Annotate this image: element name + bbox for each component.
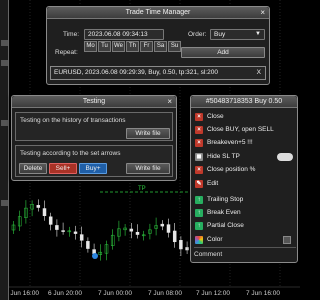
menu-item-break-even[interactable]: ↑ Break Even	[193, 207, 297, 219]
write-file-button-2[interactable]: Write file	[126, 163, 170, 174]
order-select-value: Buy	[214, 31, 226, 38]
candle-body	[73, 231, 78, 234]
scheduled-order-text: EURUSD, 2023.06.08 09:29:39, Buy, 0.50, …	[54, 69, 218, 76]
menu-item-label: Breakeven+5 !!!	[207, 139, 253, 146]
time-label: Time:	[63, 31, 80, 38]
breakeven-icon: ×	[195, 139, 203, 147]
menu-item-label: Hide SL TP	[207, 153, 240, 160]
delete-button[interactable]: Delete	[19, 163, 47, 174]
x-axis-tick-label: 7 Jun 08:00	[148, 290, 182, 297]
x-axis-tick-label: 7 Jun 16:00	[246, 290, 280, 297]
day-toggle-th[interactable]: Th	[126, 41, 139, 52]
repeat-label: Repeat:	[55, 49, 78, 56]
candle-body	[86, 241, 90, 249]
x-axis-tick-label: 7 Jun 00:00	[98, 290, 132, 297]
menu-item-hide[interactable]: ◼ Hide SL TP	[193, 151, 297, 163]
day-toggle-we[interactable]: We	[112, 41, 125, 52]
day-toggle-fr[interactable]: Fr	[140, 41, 153, 52]
x-axis-tick-label: 6 Jun 16:00	[5, 290, 39, 297]
tp-line-label: TP	[138, 186, 146, 192]
hide-sl-tp-toggle[interactable]	[277, 153, 293, 161]
candle-body	[135, 231, 140, 235]
comment-label: Comment	[194, 251, 223, 258]
buy-plus-button[interactable]: Buy+	[79, 163, 107, 174]
testing-titlebar[interactable]: Testing ×	[12, 96, 176, 108]
menu-item-label: Partial Close	[207, 222, 244, 229]
menu-item-edit[interactable]: ✎ Edit	[193, 178, 297, 190]
candle-body	[179, 240, 183, 250]
arrows-test-label: Testing according to the set arrows	[20, 150, 121, 157]
sell-plus-button[interactable]: Sell+	[49, 163, 77, 174]
menu-item-label: Close BUY, open SELL	[207, 126, 274, 133]
remove-icon[interactable]: X	[257, 67, 261, 79]
candle-body	[166, 224, 171, 233]
close-icon: ×	[195, 113, 203, 121]
ttm-titlebar[interactable]: Trade Time Manager ×	[47, 7, 269, 19]
percent-icon: ×	[195, 166, 203, 174]
arrows-test-group: Testing according to the set arrows Dele…	[15, 145, 173, 177]
menu-item-label: Break Even	[207, 209, 241, 216]
menu-item-percent[interactable]: × Close position %	[193, 164, 297, 176]
candle-body	[61, 230, 65, 232]
menu-item-color[interactable]: Color	[193, 234, 297, 246]
partial-icon: ↑	[195, 222, 203, 230]
close-icon[interactable]: ×	[260, 7, 265, 19]
order-select[interactable]: Buy ▼	[210, 29, 265, 40]
menu-item-trailing[interactable]: ↑ Trailing Stop	[193, 194, 297, 206]
candle-body	[36, 205, 41, 208]
day-toggle-sa[interactable]: Sa	[154, 41, 167, 52]
candle-body	[129, 228, 134, 232]
x-axis-tick-label: 6 Jun 20:00	[48, 290, 82, 297]
order-menu-titlebar: #50483718353 Buy 0.50	[191, 96, 297, 108]
testing-window: Testing × Testing on the history of tran…	[11, 95, 177, 181]
day-toggle-su[interactable]: Su	[168, 41, 181, 52]
candle-body	[42, 208, 47, 217]
history-test-group: Testing on the history of transactions W…	[15, 112, 173, 141]
arrow-marker-icon	[92, 253, 98, 259]
trade-time-manager-window: Trade Time Manager × Time: 2023.06.08 09…	[46, 6, 270, 85]
edit-icon: ✎	[195, 180, 203, 188]
break-even-icon: ↑	[195, 209, 203, 217]
x-axis-tick-label: 7 Jun 12:00	[196, 290, 230, 297]
day-toggle-mo[interactable]: Mo	[84, 41, 97, 52]
candle-body	[160, 223, 165, 227]
candle-body	[48, 216, 53, 225]
menu-item-label: Color	[207, 236, 223, 243]
day-toggle-tu[interactable]: Tu	[98, 41, 111, 52]
add-button[interactable]: Add	[181, 47, 265, 58]
ttm-title: Trade Time Manager	[125, 9, 191, 16]
chevron-down-icon: ▼	[255, 31, 261, 37]
color-swatch[interactable]	[283, 236, 291, 244]
order-menu-title: #50483718353 Buy 0.50	[205, 98, 283, 105]
candle-body	[55, 225, 59, 230]
color-icon	[195, 236, 203, 244]
menu-item-breakeven[interactable]: × Breakeven+5 !!!	[193, 137, 297, 149]
close-icon[interactable]: ×	[167, 96, 172, 108]
hide-icon: ◼	[195, 153, 203, 161]
menu-item-label: Trailing Stop	[207, 196, 244, 203]
menu-item-reverse[interactable]: × Close BUY, open SELL	[193, 124, 297, 136]
menu-item-label: Edit	[207, 180, 219, 187]
order-label: Order:	[188, 31, 207, 38]
menu-item-label: Close position %	[207, 166, 256, 173]
candle-body	[185, 247, 189, 251]
time-field[interactable]: 2023.06.08 09:34:13	[84, 29, 164, 40]
testing-title: Testing	[82, 98, 106, 105]
candle-body	[172, 230, 177, 243]
trailing-icon: ↑	[195, 196, 203, 204]
reverse-icon: ×	[195, 126, 203, 134]
write-file-button[interactable]: Write file	[126, 128, 170, 139]
history-test-label: Testing on the history of transactions	[20, 117, 126, 124]
scheduled-order-row[interactable]: EURUSD, 2023.06.08 09:29:39, Buy, 0.50, …	[50, 66, 266, 80]
menu-item-label: Close	[207, 113, 224, 120]
candle-body	[79, 234, 84, 241]
order-context-menu: #50483718353 Buy 0.50 × Close × Close BUY, …	[190, 95, 298, 263]
menu-item-partial[interactable]: ↑ Partial Close	[193, 220, 297, 232]
menu-item-close[interactable]: × Close	[193, 111, 297, 123]
left-side-panel	[0, 0, 9, 300]
